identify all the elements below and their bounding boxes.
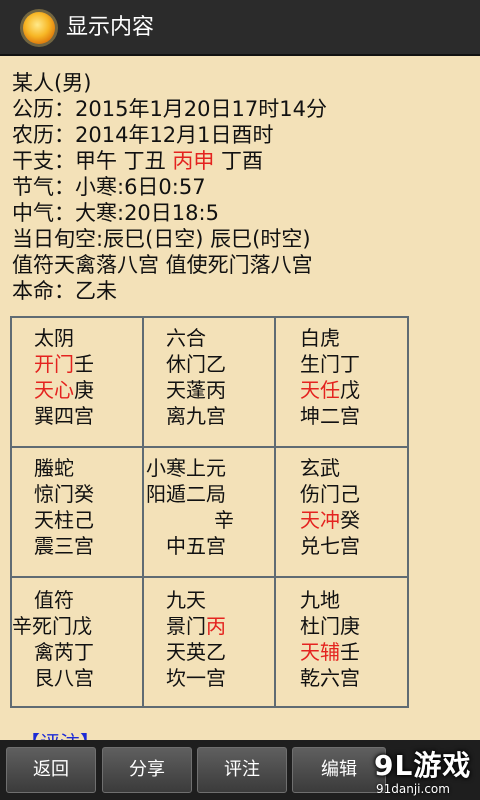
jieqi-line: 节气：小寒:6日0:57 [12,175,206,199]
xunkong-line: 当日旬空:辰巳(日空) 辰巳(时空) [12,227,311,251]
palace-star: 天冲癸 [300,508,360,532]
comment-section-label: 【评注】 [20,728,100,740]
palace-deity: 九天 [166,588,206,612]
palace-star: 天心庚 [34,378,94,402]
palace-zhen-3: 螣蛇 惊门癸 天柱己 震三宫 [12,448,144,578]
palace-name: 艮八宫 [34,666,94,690]
palace-door: 辛死门戊 [12,614,92,638]
palace-grid: 太阴 开门壬 天心庚 巽四宫 六合 休门乙 天蓬丙 离九宫 白虎 生门丁 天任戊… [10,316,409,708]
palace-deity: 九地 [300,588,340,612]
palace-kun-2: 白虎 生门丁 天任戊 坤二宫 [276,318,409,448]
back-button[interactable]: 返回 [6,747,96,793]
watermark: 9L游戏 91danji.com [368,750,480,800]
lunar-date-line: 农历：2014年12月1日酉时 [12,123,274,147]
person-line: 某人(男) [12,71,92,95]
ganzhi-highlight: 丙申 [172,149,215,173]
content-area[interactable]: 某人(男) 公历：2015年1月20日17时14分 农历：2014年12月1日酉… [0,56,480,740]
comment-button[interactable]: 评注 [197,747,287,793]
ganzhi-line: 干支：甲午 丁丑 丙申 丁酉 [12,148,263,174]
palace-jieqi-yuan: 小寒上元 [146,456,226,480]
palace-star: 天任戊 [300,378,360,402]
zhongqi-line: 中气：大寒:20日18:5 [12,201,219,225]
palace-xun-4: 太阴 开门壬 天心庚 巽四宫 [12,318,144,448]
palace-stem: 辛 [214,508,234,532]
zhifu-line: 值符天禽落八宫 值使死门落八宫 [12,253,313,277]
palace-deity: 值符 [34,588,74,612]
title-bar: 显示内容 [0,0,480,56]
palace-name: 兑七宫 [300,534,360,558]
palace-name: 乾六宫 [300,666,360,690]
palace-door: 杜门庚 [300,614,360,638]
palace-name: 巽四宫 [34,404,94,428]
palace-door: 伤门己 [300,482,360,506]
sun-icon [20,9,58,47]
palace-door: 休门乙 [166,352,226,376]
palace-door: 生门丁 [300,352,360,376]
palace-zhong-5: 小寒上元 阳遁二局 辛 中五宫 [144,448,276,578]
palace-name: 震三宫 [34,534,94,558]
watermark-url: 91danji.com [376,782,450,796]
palace-name: 坤二宫 [300,404,360,428]
palace-star: 禽芮丁 [34,640,94,664]
palace-star: 天蓬丙 [166,378,226,402]
palace-dui-7: 玄武 伤门己 天冲癸 兑七宫 [276,448,409,578]
share-button[interactable]: 分享 [102,747,192,793]
palace-door: 景门丙 [166,614,226,638]
palace-name: 坎一宫 [166,666,226,690]
palace-name: 中五宫 [166,534,226,558]
palace-qian-6: 九地 杜门庚 天辅壬 乾六宫 [276,578,409,708]
palace-star: 天柱己 [34,508,94,532]
gregorian-date-line: 公历：2015年1月20日17时14分 [12,97,327,121]
palace-deity: 玄武 [300,456,340,480]
ganzhi-prefix: 干支：甲午 丁丑 [12,149,173,173]
palace-star: 天英乙 [166,640,226,664]
palace-deity: 白虎 [300,326,340,350]
palace-door: 惊门癸 [34,482,94,506]
page-title: 显示内容 [66,15,155,40]
palace-gen-8: 值符 辛死门戊 禽芮丁 艮八宫 [12,578,144,708]
ganzhi-suffix: 丁酉 [214,149,264,173]
palace-li-9: 六合 休门乙 天蓬丙 离九宫 [144,318,276,448]
palace-deity: 太阴 [34,326,74,350]
palace-name: 离九宫 [166,404,226,428]
palace-deity: 六合 [166,326,206,350]
palace-kan-1: 九天 景门丙 天英乙 坎一宫 [144,578,276,708]
benming-line: 本命：乙未 [12,279,117,303]
palace-dun-ju: 阳遁二局 [146,482,226,506]
palace-star: 天辅壬 [300,640,360,664]
palace-door: 开门壬 [34,352,94,376]
watermark-logo: 9L游戏 [374,749,472,782]
palace-deity: 螣蛇 [34,456,74,480]
